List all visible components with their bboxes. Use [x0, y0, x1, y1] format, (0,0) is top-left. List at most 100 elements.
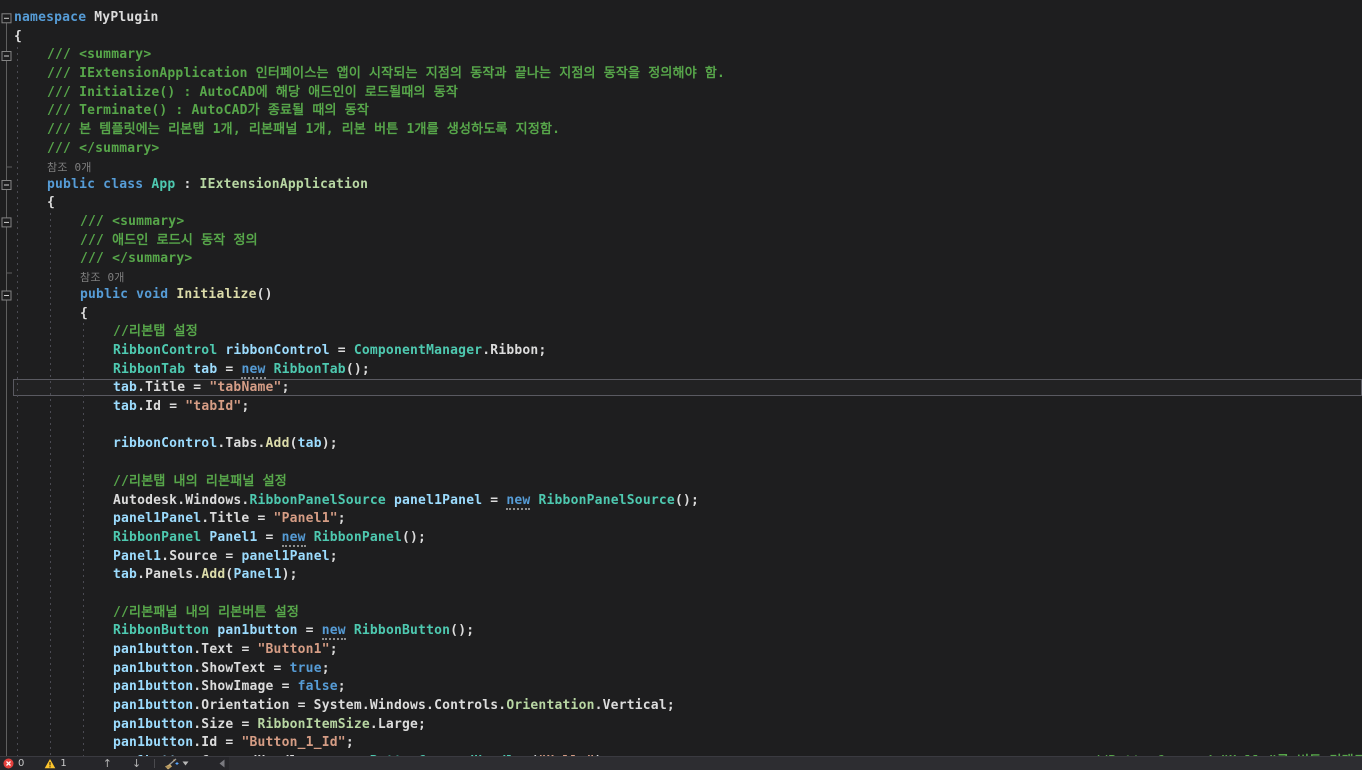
code-token: false [297, 679, 338, 695]
code-line[interactable] [0, 417, 1362, 436]
code-token: ; [241, 399, 250, 415]
triangle-exclamation-icon[interactable] [44, 758, 56, 769]
code-line[interactable]: { [0, 28, 1362, 47]
code-token: RibbonTab [265, 361, 346, 377]
code-token: tab [297, 436, 322, 452]
code-token: .Panels. [137, 567, 202, 583]
code-token: .Large; [369, 716, 427, 732]
code-line[interactable]: public class App : IExtensionApplication [0, 176, 1362, 195]
code-token: RibbonButton [345, 623, 451, 639]
code-token: RibbonPanelSource [249, 492, 386, 508]
code-token: "tabId" [185, 399, 242, 415]
code-token: .Size = [193, 716, 258, 732]
code-token: true [289, 660, 322, 676]
code-line[interactable]: namespace MyPlugin [0, 9, 1362, 28]
code-token: ; [329, 548, 338, 564]
code-token: ; [321, 660, 330, 676]
separator [154, 759, 156, 768]
code-line[interactable]: /// <summary> [0, 213, 1362, 232]
triangle-left-icon[interactable] [219, 759, 225, 768]
code-token: Initialize [176, 286, 257, 302]
code-token: .Title = [201, 511, 274, 527]
code-token: .Source = [161, 548, 242, 564]
code-line[interactable]: //리본탭 내의 리본패널 설정 [0, 473, 1362, 492]
code-token: .Ribbon; [482, 343, 547, 358]
code-line[interactable]: /// IExtensionApplication 인터페이스는 앱이 시작되는… [0, 65, 1362, 84]
code-token: .Id = [137, 399, 186, 415]
code-line[interactable]: /// </summary> [0, 140, 1362, 159]
code-line[interactable]: { [0, 305, 1362, 324]
code-line[interactable]: public void Initialize() [0, 286, 1362, 305]
broom-icon[interactable] [162, 757, 179, 770]
code-line[interactable]: panel1Panel.Title = "Panel1"; [0, 510, 1362, 529]
code-line[interactable]: pan1button.ShowText = true; [0, 660, 1362, 679]
codelens-line[interactable]: 참조 0개 [0, 269, 1362, 286]
code-line[interactable]: { [0, 194, 1362, 213]
code-line[interactable]: /// Initialize() : AutoCAD에 해당 애드인이 로드될때… [0, 84, 1362, 103]
arrow-up-icon[interactable]: ↑ [103, 757, 112, 770]
code-editor[interactable]: namespace MyPlugin{/// <summary>/// IExt… [0, 0, 1362, 757]
code-token: .ShowText = [193, 660, 290, 676]
code-area[interactable]: namespace MyPlugin{/// <summary>/// IExt… [0, 9, 1362, 757]
code-line[interactable]: /// </summary> [0, 250, 1362, 269]
horizontal-scrollbar-track[interactable] [229, 757, 1362, 770]
code-line[interactable]: Autodesk.Windows.RibbonPanelSource panel… [0, 492, 1362, 511]
code-line[interactable] [0, 585, 1362, 604]
warning-count[interactable]: 1 [60, 758, 66, 769]
code-token: new [321, 623, 346, 641]
code-line[interactable]: /// 애드인 로드시 동작 정의 [0, 232, 1362, 251]
code-line[interactable]: pan1button.Orientation = System.Windows.… [0, 697, 1362, 716]
code-token: pan1button [209, 623, 298, 639]
code-line[interactable]: //리본패널 내의 리본버튼 설정 [0, 604, 1362, 623]
code-token: //리본패널 내의 리본버튼 설정 [113, 604, 300, 620]
code-line[interactable]: pan1button.Id = "Button_1_Id"; [0, 734, 1362, 753]
code-token: .Title = [137, 380, 210, 396]
code-token: : [175, 176, 200, 192]
code-token: IExtensionApplication [199, 176, 369, 192]
code-line[interactable]: /// Terminate() : AutoCAD가 종료될 때의 동작 [0, 102, 1362, 121]
code-line[interactable]: ribbonControl.Tabs.Add(tab); [0, 435, 1362, 454]
code-token: tab [185, 361, 218, 377]
code-line[interactable]: //리본탭 설정 [0, 323, 1362, 342]
code-token: = [217, 361, 242, 377]
code-token: (); [402, 529, 427, 545]
code-line[interactable]: tab.Id = "tabId"; [0, 398, 1362, 417]
code-token: ; [337, 511, 346, 527]
code-token: .Vertical; [594, 698, 675, 714]
code-token: Panel1 [233, 567, 282, 583]
code-token: RibbonPanelSource [530, 492, 675, 508]
code-line[interactable]: pan1button.ShowImage = false; [0, 678, 1362, 697]
code-token: (); [450, 623, 475, 639]
arrow-down-icon[interactable]: ↓ [132, 757, 141, 770]
code-line[interactable]: RibbonControl ribbonControl = ComponentM… [0, 342, 1362, 361]
code-line[interactable]: pan1button.Text = "Button1"; [0, 641, 1362, 660]
x-circle-icon[interactable] [3, 758, 14, 769]
code-token: Add [201, 567, 226, 583]
code-token: RibbonPanel [305, 529, 402, 545]
code-line[interactable]: RibbonButton pan1button = new RibbonButt… [0, 622, 1362, 641]
code-token: Panel1 [201, 529, 258, 545]
code-token: = [257, 529, 282, 545]
error-count[interactable]: 0 [18, 758, 24, 769]
code-line[interactable]: RibbonPanel Panel1 = new RibbonPanel(); [0, 529, 1362, 548]
code-token: ; [281, 380, 290, 396]
code-token: ribbonControl [217, 343, 330, 358]
code-token: .Id = [193, 735, 242, 751]
code-line[interactable]: pan1button.Size = RibbonItemSize.Large; [0, 716, 1362, 735]
code-line[interactable]: /// <summary> [0, 46, 1362, 65]
code-line[interactable]: tab.Panels.Add(Panel1); [0, 566, 1362, 585]
code-line[interactable]: Panel1.Source = panel1Panel; [0, 548, 1362, 567]
caret-down-icon[interactable] [182, 761, 189, 766]
code-line[interactable]: /// 본 템플릿에는 리본탭 1개, 리본패널 1개, 리본 버튼 1개를 생… [0, 121, 1362, 140]
code-token: ; [345, 735, 354, 751]
code-line[interactable]: RibbonTab tab = new RibbonTab(); [0, 361, 1362, 380]
code-line[interactable]: tab.Title = "tabName"; [0, 379, 1362, 398]
code-token: ); [281, 567, 298, 583]
code-line[interactable] [0, 454, 1362, 473]
code-token: new [241, 361, 266, 379]
folding-gutter [1, 13, 84, 757]
code-token: Autodesk.Windows. [113, 492, 250, 508]
code-token: new [281, 529, 306, 547]
codelens-line[interactable]: 참조 0개 [0, 159, 1362, 176]
code-token: () [256, 286, 273, 302]
